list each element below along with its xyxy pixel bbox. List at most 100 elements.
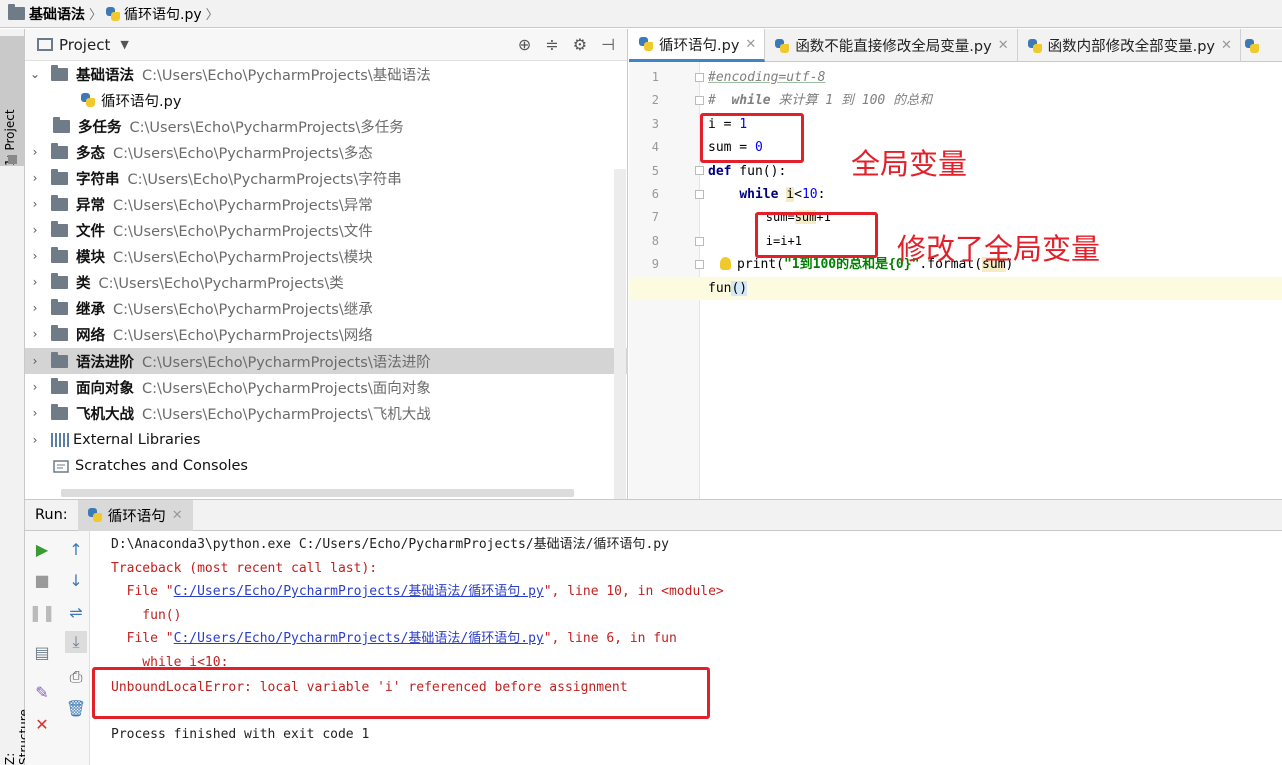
chevron-right-icon[interactable]: › bbox=[29, 275, 41, 289]
print-icon[interactable]: ⎙ bbox=[65, 666, 87, 688]
run-tab[interactable]: 循环语句 ✕ bbox=[77, 499, 193, 531]
tree-node-path: C:\Users\Echo\PycharmProjects\类 bbox=[98, 275, 344, 292]
chevron-right-icon[interactable]: › bbox=[29, 354, 41, 368]
fold-marker-icon[interactable] bbox=[695, 260, 704, 269]
breadcrumb: 基础语法 〉 循环语句.py 〉 bbox=[0, 0, 1282, 28]
tree-row-project[interactable]: ⌄ 基础语法 C:\Users\Echo\PycharmProjects\基础语… bbox=[25, 61, 628, 87]
chevron-right-icon[interactable]: › bbox=[29, 145, 41, 159]
chevron-right-icon[interactable]: › bbox=[29, 433, 41, 447]
pause-icon[interactable]: ❚❚ bbox=[29, 601, 56, 623]
chevron-right-icon[interactable]: › bbox=[29, 380, 41, 394]
python-file-icon bbox=[1027, 38, 1042, 53]
chevron-right-icon[interactable]: › bbox=[29, 406, 41, 420]
locate-icon[interactable]: ⊕ bbox=[518, 35, 531, 54]
editor-tab-overflow[interactable] bbox=[1241, 29, 1263, 62]
chevron-right-icon[interactable]: › bbox=[29, 327, 41, 341]
folder-icon bbox=[51, 246, 68, 263]
soft-wrap-icon[interactable]: ⇌ bbox=[65, 601, 87, 623]
arrow-down-icon[interactable]: ↓ bbox=[65, 569, 87, 591]
gear-icon[interactable]: ⚙ bbox=[573, 35, 587, 54]
close-icon[interactable]: ✕ bbox=[172, 508, 183, 523]
tool-window-square-icon bbox=[8, 155, 17, 164]
chevron-right-icon[interactable]: › bbox=[29, 197, 41, 211]
project-horizontal-scrollbar[interactable] bbox=[61, 489, 574, 497]
tree-node-name: 字符串 bbox=[76, 171, 120, 188]
rerun-icon[interactable]: ▶ bbox=[31, 538, 53, 560]
breadcrumb-file[interactable]: 循环语句.py bbox=[106, 4, 202, 24]
close-icon[interactable]: ✕ bbox=[31, 713, 53, 735]
editor-tab-label: 函数内部修改全部变量.py bbox=[1047, 39, 1216, 55]
chevron-right-icon[interactable]: › bbox=[29, 171, 41, 185]
tree-row-project-selected[interactable]: › 语法进阶 C:\Users\Echo\PycharmProjects\语法进… bbox=[25, 348, 628, 374]
scroll-to-end-icon[interactable]: ⤓ bbox=[65, 631, 87, 653]
line-number: 1 bbox=[651, 70, 659, 84]
editor-tab-active[interactable]: 循环语句.py ✕ bbox=[629, 29, 766, 62]
pin-icon[interactable]: ✎ bbox=[31, 681, 53, 703]
code-comment: 来计算 1 到 100 的总和 bbox=[770, 93, 933, 109]
run-tab-label: 循环语句 bbox=[107, 508, 166, 525]
tree-row-project[interactable]: › 文件 C:\Users\Echo\PycharmProjects\文件 bbox=[25, 217, 628, 243]
tree-row-project[interactable]: 多任务 C:\Users\Echo\PycharmProjects\多任务 bbox=[25, 113, 628, 139]
project-tool-window-tab[interactable]: 1: Project bbox=[0, 36, 24, 166]
close-icon[interactable]: ✕ bbox=[745, 37, 756, 52]
chevron-right-icon[interactable]: › bbox=[29, 249, 41, 263]
tree-row-scratches[interactable]: Scratches and Consoles bbox=[25, 453, 628, 479]
tree-row-project[interactable]: › 继承 C:\Users\Echo\PycharmProjects\继承 bbox=[25, 295, 628, 321]
chevron-right-icon[interactable]: › bbox=[29, 223, 41, 237]
tree-row-file[interactable]: 循环语句.py bbox=[25, 87, 628, 113]
tree-row-project[interactable]: › 类 C:\Users\Echo\PycharmProjects\类 bbox=[25, 269, 628, 295]
tree-node-name: 继承 bbox=[76, 301, 105, 318]
fold-marker-icon[interactable] bbox=[695, 73, 704, 82]
folder-icon bbox=[51, 351, 68, 368]
arrow-up-icon[interactable]: ↑ bbox=[65, 538, 87, 560]
code-text: () bbox=[731, 280, 748, 296]
folder-icon bbox=[51, 298, 68, 315]
console-file-link[interactable]: C:/Users/Echo/PycharmProjects/基础语法/循环语句.… bbox=[174, 631, 544, 646]
chevron-down-icon[interactable]: ▼ bbox=[120, 38, 128, 51]
console-file-link[interactable]: C:/Users/Echo/PycharmProjects/基础语法/循环语句.… bbox=[174, 584, 544, 599]
stop-icon[interactable]: ■ bbox=[31, 569, 53, 591]
tree-row-project[interactable]: › 多态 C:\Users\Echo\PycharmProjects\多态 bbox=[25, 139, 628, 165]
tree-row-project[interactable]: › 飞机大战 C:\Users\Echo\PycharmProjects\飞机大… bbox=[25, 400, 628, 426]
project-panel-title[interactable]: Project bbox=[59, 36, 110, 54]
python-file-icon bbox=[639, 37, 653, 51]
tree-node-path: C:\Users\Echo\PycharmProjects\基础语法 bbox=[142, 67, 431, 84]
close-icon[interactable]: ✕ bbox=[1221, 38, 1232, 53]
tree-row-external-libraries[interactable]: › External Libraries bbox=[25, 427, 628, 453]
tree-row-project[interactable]: › 模块 C:\Users\Echo\PycharmProjects\模块 bbox=[25, 243, 628, 269]
tree-node-name: 飞机大战 bbox=[76, 406, 134, 423]
layout-icon[interactable]: ▤ bbox=[31, 641, 53, 663]
code-comment: #encoding=utf-8 bbox=[708, 70, 826, 85]
code-area[interactable]: #encoding=utf-8 # while 来计算 1 到 100 的总和 … bbox=[629, 62, 1282, 499]
fold-marker-icon[interactable] bbox=[695, 190, 704, 199]
lightbulb-icon[interactable] bbox=[720, 257, 731, 271]
tree-row-project[interactable]: › 字符串 C:\Users\Echo\PycharmProjects\字符串 bbox=[25, 165, 628, 191]
chevron-right-icon[interactable]: › bbox=[29, 301, 41, 315]
project-vertical-scrollbar[interactable] bbox=[614, 169, 626, 499]
tree-node-name: 面向对象 bbox=[76, 380, 134, 397]
tree-node-name: 基础语法 bbox=[76, 67, 134, 84]
code-text: i bbox=[786, 187, 795, 202]
tree-node-path: C:\Users\Echo\PycharmProjects\多任务 bbox=[129, 119, 404, 136]
chevron-down-icon[interactable]: ⌄ bbox=[29, 67, 41, 81]
tree-node-path: C:\Users\Echo\PycharmProjects\语法进阶 bbox=[142, 354, 431, 371]
fold-marker-icon[interactable] bbox=[695, 237, 704, 246]
code-text: : bbox=[817, 187, 826, 202]
fold-marker-icon[interactable] bbox=[695, 96, 704, 105]
editor-tab[interactable]: 函数内部修改全部变量.py ✕ bbox=[1018, 29, 1241, 62]
editor-tab[interactable]: 函数不能直接修改全局变量.py ✕ bbox=[765, 29, 1018, 62]
tree-row-project[interactable]: › 异常 C:\Users\Echo\PycharmProjects\异常 bbox=[25, 191, 628, 217]
close-icon[interactable]: ✕ bbox=[998, 38, 1009, 53]
hide-panel-icon[interactable]: ⊣ bbox=[601, 35, 615, 54]
fold-marker-icon[interactable] bbox=[695, 166, 704, 175]
tree-row-project[interactable]: › 面向对象 C:\Users\Echo\PycharmProjects\面向对… bbox=[25, 374, 628, 400]
tree-node-name: 异常 bbox=[76, 197, 105, 214]
console-text: File " bbox=[111, 631, 174, 646]
console-exit-line: Process finished with exit code 1 bbox=[111, 727, 370, 742]
line-number: 4 bbox=[651, 140, 659, 155]
trash-icon[interactable]: 🗑 bbox=[65, 697, 87, 719]
breadcrumb-folder-label: 基础语法 bbox=[29, 6, 85, 23]
collapse-all-icon[interactable]: ≑ bbox=[545, 35, 558, 54]
tree-row-project[interactable]: › 网络 C:\Users\Echo\PycharmProjects\网络 bbox=[25, 321, 628, 347]
breadcrumb-folder[interactable]: 基础语法 bbox=[8, 4, 85, 24]
